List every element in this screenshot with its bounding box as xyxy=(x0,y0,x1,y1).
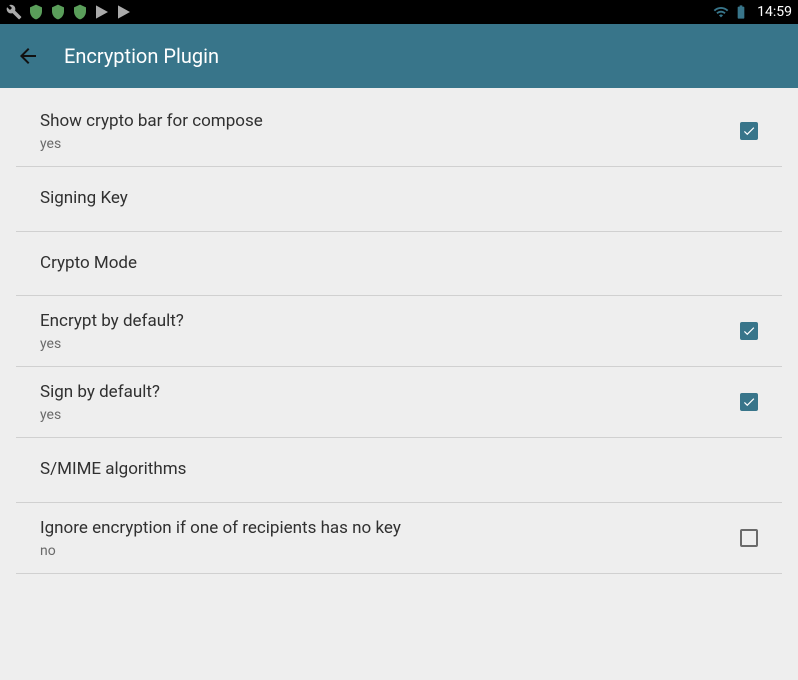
setting-sign-default[interactable]: Sign by default? yes xyxy=(16,367,782,438)
checkbox-checked-icon[interactable] xyxy=(740,322,758,340)
setting-value: yes xyxy=(40,407,740,423)
setting-text: Encrypt by default? yes xyxy=(40,310,740,352)
wifi-icon xyxy=(713,4,729,20)
checkbox-unchecked-icon[interactable] xyxy=(740,529,758,547)
setting-signing-key[interactable]: Signing Key xyxy=(16,167,782,232)
status-left-icons xyxy=(6,4,132,20)
setting-title: Sign by default? xyxy=(40,381,740,405)
back-button[interactable] xyxy=(16,44,40,68)
shield-icon xyxy=(72,4,88,20)
setting-show-crypto-bar[interactable]: Show crypto bar for compose yes xyxy=(16,88,782,167)
app-bar: Encryption Plugin xyxy=(0,24,798,88)
setting-text: S/MIME algorithms xyxy=(40,452,758,488)
setting-value: yes xyxy=(40,136,740,152)
setting-value: yes xyxy=(40,336,740,352)
setting-text: Ignore encryption if one of recipients h… xyxy=(40,517,740,559)
status-right-icons: 14:59 xyxy=(713,4,792,20)
play-icon xyxy=(94,4,110,20)
setting-ignore-encryption[interactable]: Ignore encryption if one of recipients h… xyxy=(16,503,782,574)
arrow-back-icon xyxy=(16,44,40,68)
setting-title: Signing Key xyxy=(40,181,758,217)
status-bar: 14:59 xyxy=(0,0,798,24)
setting-value: no xyxy=(40,543,740,559)
settings-list: Show crypto bar for compose yes Signing … xyxy=(0,88,798,574)
setting-title: Ignore encryption if one of recipients h… xyxy=(40,517,740,541)
setting-text: Show crypto bar for compose yes xyxy=(40,110,740,152)
shield-icon xyxy=(50,4,66,20)
page-title: Encryption Plugin xyxy=(64,44,219,68)
status-time: 14:59 xyxy=(757,4,792,20)
setting-smime-algorithms[interactable]: S/MIME algorithms xyxy=(16,438,782,503)
setting-encrypt-default[interactable]: Encrypt by default? yes xyxy=(16,296,782,367)
play-icon xyxy=(116,4,132,20)
setting-text: Crypto Mode xyxy=(40,246,758,282)
checkbox-checked-icon[interactable] xyxy=(740,122,758,140)
shield-icon xyxy=(28,4,44,20)
battery-icon xyxy=(733,4,749,20)
setting-crypto-mode[interactable]: Crypto Mode xyxy=(16,232,782,297)
setting-text: Signing Key xyxy=(40,181,758,217)
setting-title: Show crypto bar for compose xyxy=(40,110,740,134)
checkbox-checked-icon[interactable] xyxy=(740,393,758,411)
setting-title: Encrypt by default? xyxy=(40,310,740,334)
wrench-icon xyxy=(6,4,22,20)
setting-title: S/MIME algorithms xyxy=(40,452,758,488)
setting-title: Crypto Mode xyxy=(40,246,758,282)
setting-text: Sign by default? yes xyxy=(40,381,740,423)
